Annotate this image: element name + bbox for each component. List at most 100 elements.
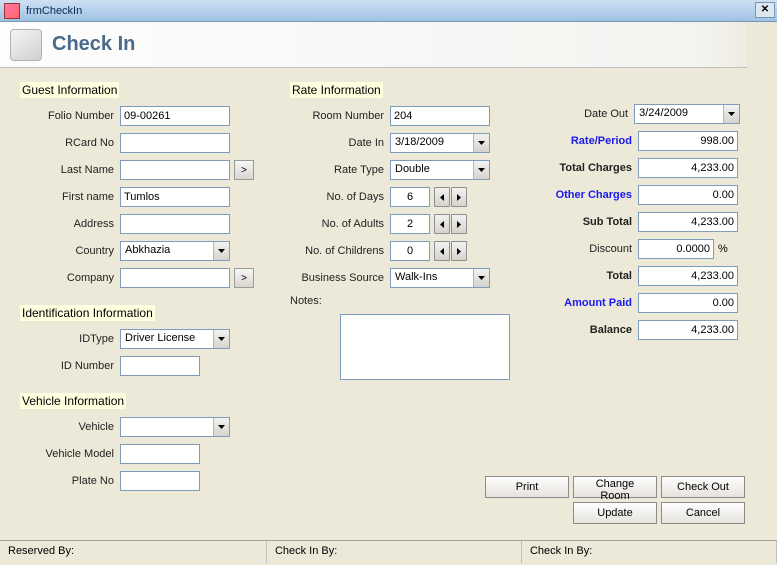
rateperiod-link[interactable]: Rate/Period bbox=[530, 135, 638, 147]
status-checkin-by-1: Check In By: bbox=[267, 541, 522, 563]
close-button[interactable]: ✕ bbox=[755, 2, 775, 18]
label-bsource: Business Source bbox=[290, 272, 390, 284]
vehicle-select[interactable] bbox=[120, 417, 230, 437]
label-address: Address bbox=[20, 218, 120, 230]
notes-textarea[interactable] bbox=[340, 314, 510, 380]
percent-label: % bbox=[718, 243, 728, 255]
label-balance: Balance bbox=[530, 324, 638, 336]
discount-input[interactable] bbox=[638, 239, 714, 259]
datein-picker[interactable]: 3/18/2009 bbox=[390, 133, 490, 153]
lastname-lookup-button[interactable]: > bbox=[234, 160, 254, 180]
dateout-picker[interactable]: 3/24/2009 bbox=[634, 104, 740, 124]
chevron-down-icon[interactable] bbox=[473, 269, 489, 287]
address-input[interactable] bbox=[120, 214, 230, 234]
cancel-button[interactable]: Cancel bbox=[661, 502, 745, 524]
total-input[interactable] bbox=[638, 266, 738, 286]
othercharges-input[interactable] bbox=[638, 185, 738, 205]
update-button[interactable]: Update bbox=[573, 502, 657, 524]
amountpaid-input[interactable] bbox=[638, 293, 738, 313]
days-input[interactable] bbox=[390, 187, 430, 207]
label-totalcharges: Total Charges bbox=[530, 162, 638, 174]
label-discount: Discount bbox=[530, 243, 638, 255]
adults-input[interactable] bbox=[390, 214, 430, 234]
label-notes: Notes: bbox=[290, 295, 340, 307]
label-plate: Plate No bbox=[20, 475, 120, 487]
ratetype-select[interactable]: Double bbox=[390, 160, 490, 180]
chevron-down-icon[interactable] bbox=[723, 105, 739, 123]
print-button[interactable]: Print bbox=[485, 476, 569, 498]
checkin-icon bbox=[10, 29, 42, 61]
label-idtype: IDType bbox=[20, 333, 120, 345]
header-band: Check In bbox=[0, 22, 777, 68]
chevron-down-icon[interactable] bbox=[213, 242, 229, 260]
status-bar: Reserved By: Check In By: Check In By: bbox=[0, 540, 777, 563]
label-days: No. of Days bbox=[290, 191, 390, 203]
adults-decrement-button[interactable] bbox=[434, 214, 450, 234]
plate-input[interactable] bbox=[120, 471, 200, 491]
section-guest: Guest Information bbox=[20, 82, 119, 98]
label-dateout: Date Out bbox=[530, 108, 634, 120]
idnumber-input[interactable] bbox=[120, 356, 200, 376]
label-idnumber: ID Number bbox=[20, 360, 120, 372]
othercharges-link[interactable]: Other Charges bbox=[530, 189, 638, 201]
idtype-select[interactable]: Driver License bbox=[120, 329, 230, 349]
bsource-value: Walk-Ins bbox=[391, 269, 473, 287]
label-total: Total bbox=[530, 270, 638, 282]
status-reserved-by: Reserved By: bbox=[0, 541, 267, 563]
label-vehicle: Vehicle bbox=[20, 421, 120, 433]
form-area: Guest Information Folio Number RCard No … bbox=[0, 68, 777, 540]
roomno-input[interactable] bbox=[390, 106, 490, 126]
chevron-down-icon[interactable] bbox=[473, 161, 489, 179]
adults-increment-button[interactable] bbox=[451, 214, 467, 234]
left-column: Guest Information Folio Number RCard No … bbox=[20, 78, 270, 498]
chevron-down-icon[interactable] bbox=[213, 418, 229, 436]
section-rate: Rate Information bbox=[290, 82, 383, 98]
section-vehicle: Vehicle Information bbox=[20, 393, 126, 409]
label-firstname: First name bbox=[20, 191, 120, 203]
country-value: Abkhazia bbox=[121, 242, 213, 260]
bsource-select[interactable]: Walk-Ins bbox=[390, 268, 490, 288]
label-vehiclemodel: Vehicle Model bbox=[20, 448, 120, 460]
amountpaid-link[interactable]: Amount Paid bbox=[530, 297, 638, 309]
section-ident: Identification Information bbox=[20, 305, 155, 321]
change-room-button[interactable]: Change Room bbox=[573, 476, 657, 498]
right-column: Date Out 3/24/2009 Rate/Period Total Cha… bbox=[530, 78, 740, 498]
children-input[interactable] bbox=[390, 241, 430, 261]
totalcharges-input[interactable] bbox=[638, 158, 738, 178]
dateout-value: 3/24/2009 bbox=[635, 105, 723, 123]
lastname-input[interactable] bbox=[120, 160, 230, 180]
status-checkin-by-2: Check In By: bbox=[522, 541, 777, 563]
label-subtotal: Sub Total bbox=[530, 216, 638, 228]
label-country: Country bbox=[20, 245, 120, 257]
balance-input[interactable] bbox=[638, 320, 738, 340]
vehiclemodel-input[interactable] bbox=[120, 444, 200, 464]
datein-value: 3/18/2009 bbox=[391, 134, 473, 152]
window-title: frmCheckIn bbox=[26, 5, 82, 17]
label-rcard: RCard No bbox=[20, 137, 120, 149]
rcard-input[interactable] bbox=[120, 133, 230, 153]
label-company: Company bbox=[20, 272, 120, 284]
company-input[interactable] bbox=[120, 268, 230, 288]
chevron-down-icon[interactable] bbox=[473, 134, 489, 152]
checkout-button[interactable]: Check Out bbox=[661, 476, 745, 498]
label-roomno: Room Number bbox=[290, 110, 390, 122]
action-buttons: Print Change Room Check Out Update Cance… bbox=[485, 476, 745, 524]
middle-column: Rate Information Room Number Date In 3/1… bbox=[290, 78, 510, 498]
subtotal-input[interactable] bbox=[638, 212, 738, 232]
ratetype-value: Double bbox=[391, 161, 473, 179]
label-folio: Folio Number bbox=[20, 110, 120, 122]
folio-input[interactable] bbox=[120, 106, 230, 126]
rateperiod-input[interactable] bbox=[638, 131, 738, 151]
days-increment-button[interactable] bbox=[451, 187, 467, 207]
vehicle-value bbox=[121, 418, 213, 436]
label-ratetype: Rate Type bbox=[290, 164, 390, 176]
idtype-value: Driver License bbox=[121, 330, 213, 348]
country-select[interactable]: Abkhazia bbox=[120, 241, 230, 261]
children-increment-button[interactable] bbox=[451, 241, 467, 261]
title-bar: frmCheckIn ✕ bbox=[0, 0, 777, 22]
chevron-down-icon[interactable] bbox=[213, 330, 229, 348]
days-decrement-button[interactable] bbox=[434, 187, 450, 207]
children-decrement-button[interactable] bbox=[434, 241, 450, 261]
firstname-input[interactable] bbox=[120, 187, 230, 207]
company-lookup-button[interactable]: > bbox=[234, 268, 254, 288]
